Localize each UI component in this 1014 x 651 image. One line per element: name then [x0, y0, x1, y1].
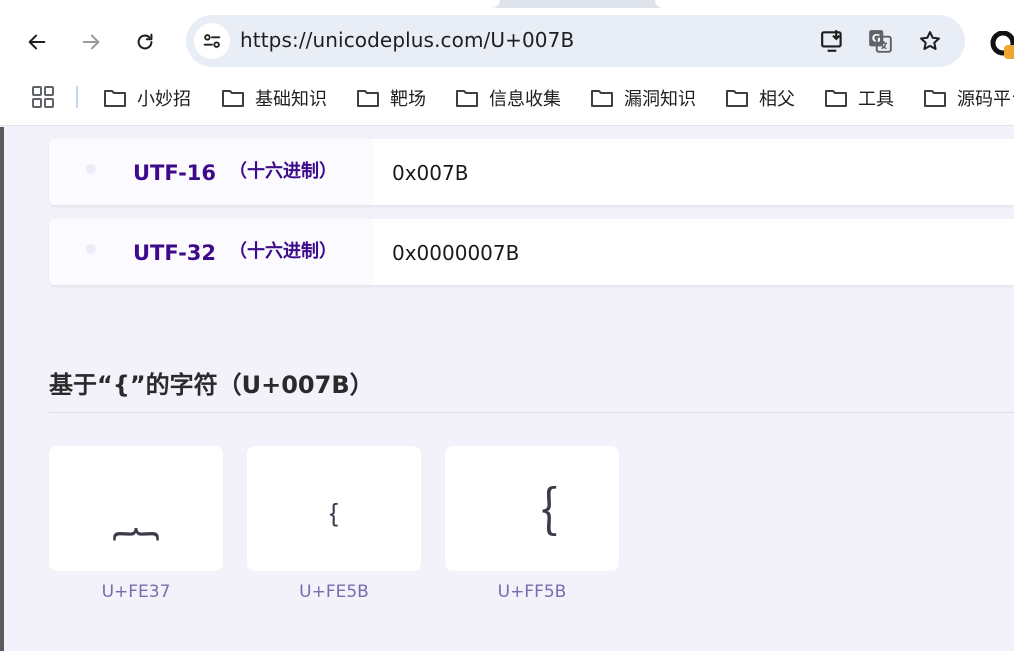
profile-icon [990, 30, 1014, 59]
window-edge [0, 127, 4, 651]
folder-icon [726, 90, 748, 107]
browser-toolbar: https://unicodeplus.com/U+007B G [0, 8, 1014, 74]
bookmark-folder[interactable]: 漏洞知识 [590, 84, 696, 112]
bookmark-label: 靶场 [390, 89, 426, 110]
site-info-icon [203, 34, 221, 48]
bookmarks-divider [76, 86, 78, 108]
encoding-hint: （十六进制） [229, 241, 337, 262]
bookmark-folder[interactable]: 基础知识 [221, 84, 327, 112]
char-glyph: ｛ [505, 484, 558, 544]
encoding-value: 0x007B [392, 161, 469, 185]
encoding-label-cell: UTF-16 （十六进制） [49, 139, 374, 205]
tab-strip [0, 0, 1014, 8]
folder-icon [924, 90, 946, 107]
bookmark-star-icon [920, 31, 940, 50]
bookmark-folder[interactable]: 小妙招 [103, 84, 191, 112]
char-code-link[interactable]: U+FE5B [247, 582, 421, 602]
section-divider [49, 412, 1014, 413]
encoding-name: UTF-32 [133, 241, 217, 265]
active-tab[interactable] [0, 0, 500, 8]
char-code-link[interactable]: U+FF5B [445, 582, 619, 602]
install-app-icon [821, 30, 842, 52]
folder-icon [357, 90, 379, 107]
install-app-button[interactable] [819, 27, 847, 55]
encoding-value: 0x0000007B [392, 241, 520, 265]
bookmark-label: 工具 [858, 89, 894, 110]
folder-icon [222, 90, 244, 107]
bullet-dot-icon [86, 244, 96, 254]
reload-button[interactable] [129, 26, 161, 58]
back-icon [28, 34, 46, 50]
folder-icon [591, 90, 613, 107]
site-info-button[interactable] [194, 23, 230, 59]
apps-grid-icon[interactable] [32, 86, 54, 108]
bullet-dot-icon [86, 164, 96, 174]
tab[interactable] [655, 0, 1014, 8]
bookmark-star-button[interactable] [916, 27, 944, 55]
bookmark-label: 信息收集 [489, 89, 561, 110]
char-glyph: ︷ [111, 491, 160, 548]
translate-button[interactable]: G [866, 27, 894, 55]
address-bar[interactable]: https://unicodeplus.com/U+007B G [186, 15, 965, 67]
encoding-row-utf32: UTF-32 （十六进制） 0x0000007B [49, 219, 1014, 285]
bookmarks-bar: 小妙招 基础知识 靶场 信息收集 漏洞知识 相父 工具 源码平台 [0, 74, 1014, 126]
folder-icon [456, 90, 478, 107]
encoding-label-cell: UTF-32 （十六进制） [49, 219, 374, 285]
folder-icon [825, 90, 847, 107]
folder-icon [104, 90, 126, 107]
bookmark-folder[interactable]: 源码平台 [923, 84, 1014, 112]
profile-button[interactable] [990, 30, 1014, 61]
bookmark-folder[interactable]: 相父 [725, 84, 795, 112]
related-char-card[interactable]: ︷ [49, 446, 223, 571]
bookmark-label: 漏洞知识 [624, 89, 696, 110]
forward-button[interactable] [75, 26, 107, 58]
back-button[interactable] [21, 26, 53, 58]
bookmark-folder[interactable]: 靶场 [356, 84, 426, 112]
related-char-card[interactable]: ｛ [445, 446, 619, 571]
bookmark-folder[interactable]: 信息收集 [455, 84, 561, 112]
char-glyph: ﹛ [315, 491, 352, 533]
encoding-hint: （十六进制） [229, 161, 337, 182]
translate-icon: G [869, 30, 892, 53]
bookmark-label: 源码平台 [957, 89, 1014, 110]
bookmark-label: 小妙招 [137, 89, 191, 110]
forward-icon [82, 34, 100, 50]
related-characters-heading: 基于“{”的字符（U+007B） [49, 371, 374, 399]
bookmark-label: 基础知识 [255, 89, 327, 110]
url-text[interactable]: https://unicodeplus.com/U+007B [240, 28, 574, 52]
bookmark-label: 相父 [759, 89, 795, 110]
reload-icon [137, 33, 153, 50]
related-char-card[interactable]: ﹛ [247, 446, 421, 571]
encoding-name: UTF-16 [133, 161, 217, 185]
bookmark-folder[interactable]: 工具 [824, 84, 894, 112]
encoding-row-utf16: UTF-16 （十六进制） 0x007B [49, 139, 1014, 205]
char-code-link[interactable]: U+FE37 [49, 582, 223, 602]
